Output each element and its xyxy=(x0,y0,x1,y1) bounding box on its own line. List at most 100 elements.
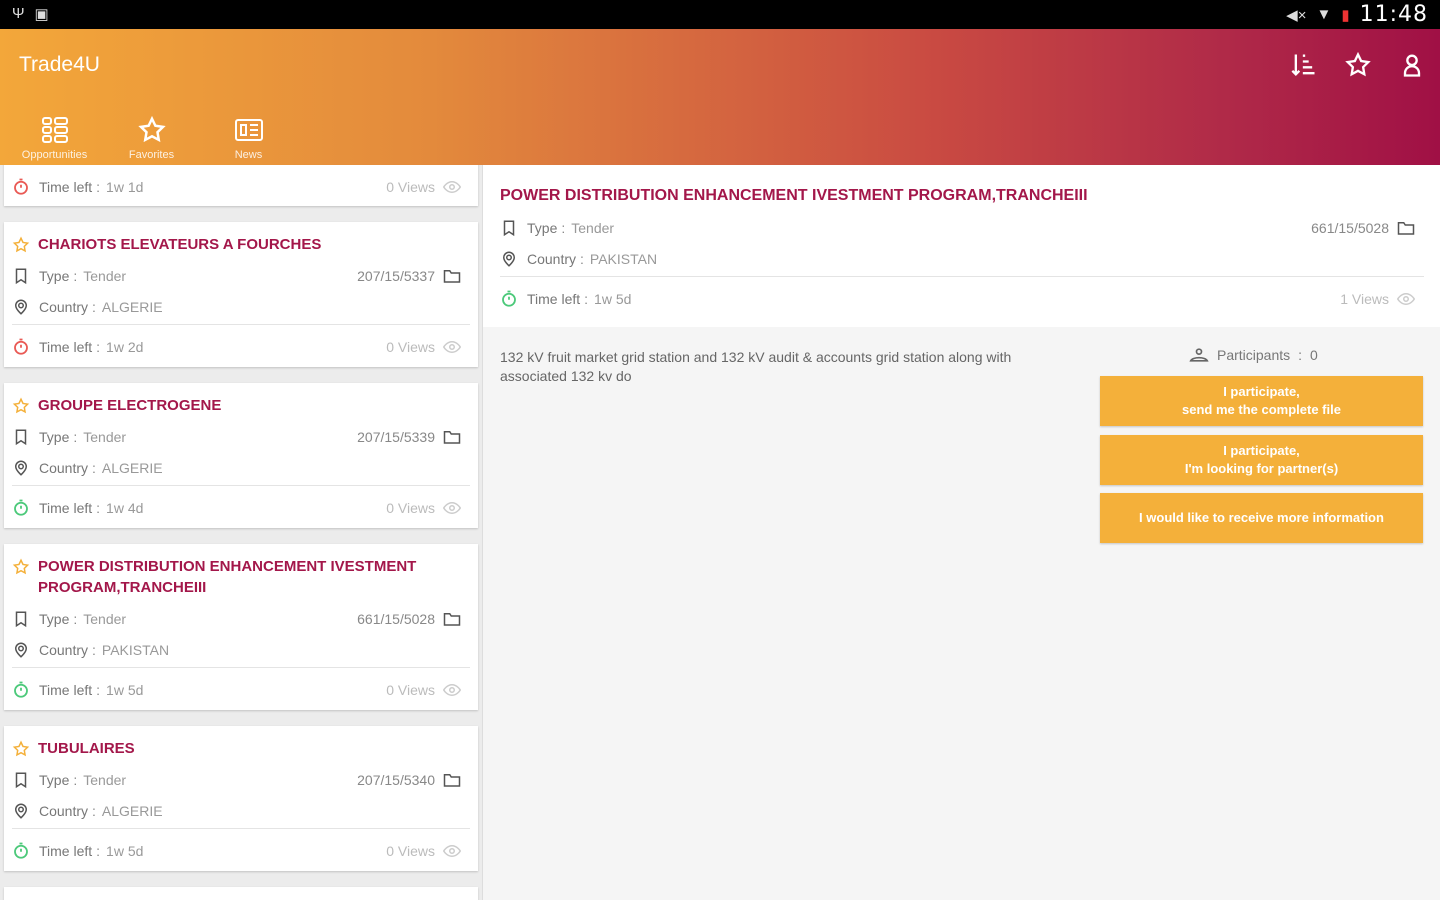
opportunity-title: GROUPE ELECTROGENE xyxy=(38,397,222,414)
star-outline-icon[interactable] xyxy=(12,558,30,576)
eye-icon xyxy=(443,683,461,697)
eye-icon xyxy=(1397,292,1415,306)
more-information-button[interactable]: I would like to receive more information xyxy=(1100,493,1423,543)
button-line: send me the complete file xyxy=(1182,402,1341,417)
tab-opportunities[interactable]: Opportunities xyxy=(6,115,103,161)
eye-icon xyxy=(443,180,461,194)
detail-pane: POWER DISTRIBUTION ENHANCEMENT IVESTMENT… xyxy=(482,165,1440,900)
country-value: PAKISTAN xyxy=(589,251,658,267)
location-pin-icon xyxy=(502,251,516,267)
bookmark-icon xyxy=(15,772,27,789)
list-item[interactable]: POWER DISTRIBUTION ENHANCEMENT IVESTMENT… xyxy=(4,544,478,710)
tab-favorites[interactable]: Favorites xyxy=(103,115,200,161)
list-item[interactable]: CHARIOTS ELEVATEURS A FOURCHES Type: Ten… xyxy=(4,222,478,367)
button-line: I would like to receive more information xyxy=(1139,510,1384,525)
timer-icon xyxy=(14,338,28,355)
eye-icon xyxy=(443,501,461,515)
newspaper-icon xyxy=(234,119,263,141)
folder-icon[interactable] xyxy=(443,428,461,446)
bookmark-icon xyxy=(503,220,515,237)
sort-icon[interactable] xyxy=(1290,51,1318,79)
account-icon[interactable] xyxy=(1398,51,1426,79)
star-outline-icon[interactable] xyxy=(12,397,30,415)
participate-looking-partners-button[interactable]: I participate, I'm looking for partner(s… xyxy=(1100,435,1423,485)
reference-number: 661/15/5028 xyxy=(1311,220,1389,236)
button-line: I participate, xyxy=(1223,384,1300,399)
tab-news[interactable]: News xyxy=(200,115,297,161)
timer-icon xyxy=(14,842,28,859)
country-value: PAKISTAN xyxy=(101,642,170,658)
grid-list-icon xyxy=(41,117,68,143)
list-item[interactable]: Time left: 1w 1d 0 Views xyxy=(4,165,478,206)
divider xyxy=(12,485,470,486)
list-item[interactable] xyxy=(4,887,478,900)
participants-label: Participants xyxy=(1217,347,1291,363)
detail-header: POWER DISTRIBUTION ENHANCEMENT IVESTMENT… xyxy=(483,165,1440,327)
button-line: I participate, xyxy=(1223,443,1300,458)
participants-icon xyxy=(1189,348,1209,362)
eye-icon xyxy=(443,844,461,858)
tab-bar: Opportunities Favorites News xyxy=(6,115,297,161)
time-left-value: 1w 2d xyxy=(106,339,144,355)
location-pin-icon xyxy=(14,803,28,819)
app-bar: Trade4U Opportunities Favorites News xyxy=(0,29,1440,165)
opportunity-title: POWER DISTRIBUTION ENHANCEMENT IVESTMENT… xyxy=(38,558,417,596)
signal-icon: ▼ xyxy=(1316,6,1332,23)
mute-icon: ◀× xyxy=(1286,6,1307,24)
divider xyxy=(12,667,470,668)
list-item[interactable]: GROUPE ELECTROGENE Type: Tender 207/15/5… xyxy=(4,383,478,528)
favorite-star-icon[interactable] xyxy=(1344,51,1372,79)
tab-label: News xyxy=(234,149,263,161)
time-left-value: 1w 4d xyxy=(106,500,144,516)
reference-number: 207/15/5337 xyxy=(357,268,435,284)
battery-icon: ▮ xyxy=(1341,6,1350,24)
bookmark-icon xyxy=(15,611,27,628)
clock: 11:48 xyxy=(1359,2,1428,27)
country-value: ALGERIE xyxy=(101,803,163,819)
bookmark-icon xyxy=(15,268,27,285)
timer-icon xyxy=(14,499,28,516)
divider xyxy=(500,276,1424,277)
usb-icon: Ψ xyxy=(12,5,25,22)
star-outline-icon[interactable] xyxy=(12,740,30,758)
time-left-value: 1w 5d xyxy=(594,291,632,307)
star-outline-icon[interactable] xyxy=(12,236,30,254)
opportunity-title: TUBULAIRES xyxy=(38,740,135,757)
star-icon xyxy=(137,115,166,143)
opportunities-list[interactable]: Time left: 1w 1d 0 Views CHARIOTS ELEVAT… xyxy=(0,165,482,900)
time-left-value: 1w 1d xyxy=(106,179,144,195)
type-value: Tender xyxy=(83,772,127,788)
views-count: 0 Views xyxy=(386,500,435,516)
list-item[interactable]: TUBULAIRES Type: Tender 207/15/5340 Coun… xyxy=(4,726,478,871)
bookmark-icon xyxy=(15,429,27,446)
reference-number: 661/15/5028 xyxy=(357,611,435,627)
status-bar: Ψ ▣ ◀× ▼ ▮ 11:48 xyxy=(0,0,1440,29)
views-count: 1 Views xyxy=(1340,291,1389,307)
type-value: Tender xyxy=(83,611,127,627)
divider xyxy=(12,324,470,325)
type-value: Tender xyxy=(83,268,127,284)
participants-count: 0 xyxy=(1310,347,1318,363)
country-value: ALGERIE xyxy=(101,460,163,476)
folder-icon[interactable] xyxy=(1397,219,1415,237)
screenshot-icon: ▣ xyxy=(34,6,49,23)
folder-icon[interactable] xyxy=(443,610,461,628)
folder-icon[interactable] xyxy=(443,771,461,789)
participants-info: Participants : 0 xyxy=(1189,347,1318,363)
time-left-value: 1w 5d xyxy=(106,843,144,859)
opportunity-description: 132 kV fruit market grid station and 132… xyxy=(500,349,1012,384)
app-title: Trade4U xyxy=(19,53,100,76)
reference-number: 207/15/5339 xyxy=(357,429,435,445)
views-count: 0 Views xyxy=(386,682,435,698)
timer-icon xyxy=(502,290,516,307)
views-count: 0 Views xyxy=(386,843,435,859)
views-count: 0 Views xyxy=(386,339,435,355)
divider xyxy=(12,828,470,829)
reference-number: 207/15/5340 xyxy=(357,772,435,788)
folder-icon[interactable] xyxy=(443,267,461,285)
views-count: 0 Views xyxy=(386,179,435,195)
participate-complete-file-button[interactable]: I participate, send me the complete file xyxy=(1100,376,1423,426)
type-value: Tender xyxy=(83,429,127,445)
country-value: ALGERIE xyxy=(101,299,163,315)
eye-icon xyxy=(443,340,461,354)
